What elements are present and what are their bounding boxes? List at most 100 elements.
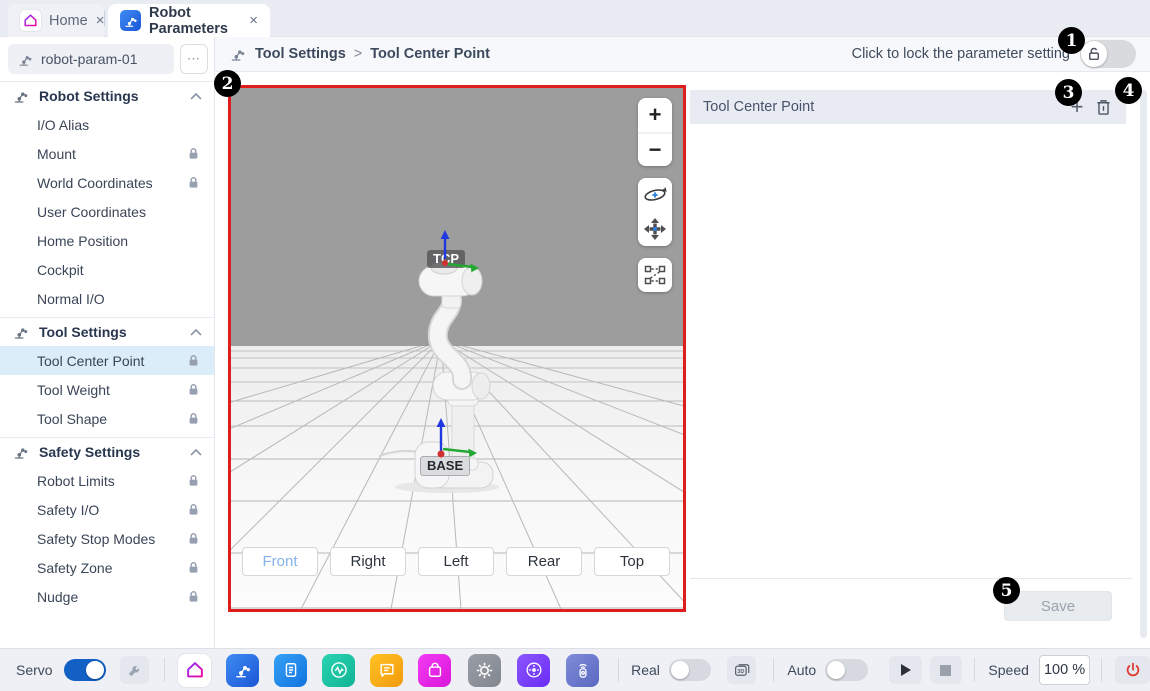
orbit-rotate-button[interactable] (638, 178, 672, 212)
footer-divider (974, 658, 975, 682)
toggle-knob (827, 661, 845, 679)
power-icon (1124, 661, 1142, 679)
lock-icon (187, 412, 200, 425)
play-button[interactable] (889, 656, 922, 684)
tab-home-label: Home (49, 13, 88, 29)
camera-controls (638, 178, 672, 246)
servo-label: Servo (16, 662, 53, 678)
sidebar-item-tool-shape[interactable]: Tool Shape (0, 404, 214, 433)
section-tool-settings: Tool Settings Tool Center Point Tool Wei… (0, 317, 214, 437)
panel-footer-divider (690, 578, 1132, 579)
more-options-button[interactable]: ⋯ (180, 44, 208, 74)
zoom-in-button[interactable]: + (638, 98, 672, 132)
viewport-3d[interactable]: TCP BASE + (228, 85, 686, 612)
sidebar-item-user-coordinates[interactable]: User Coordinates (0, 197, 214, 226)
3d-icon: 3D (733, 661, 751, 679)
3d-view-button[interactable]: 3D (727, 656, 756, 684)
parameter-name-field[interactable]: robot-param-01 (8, 44, 174, 74)
dock-jog-icon[interactable] (517, 654, 550, 687)
sidebar-item-mount[interactable]: Mount (0, 139, 214, 168)
robot-icon (12, 87, 30, 105)
stop-icon (940, 665, 951, 676)
unlock-icon (1081, 41, 1107, 67)
dock-monitoring-icon[interactable] (322, 654, 355, 687)
sidebar-item-world-coordinates[interactable]: World Coordinates (0, 168, 214, 197)
footer-divider (164, 658, 165, 682)
stop-button[interactable] (930, 656, 963, 684)
dock-home-icon[interactable] (178, 654, 211, 687)
sidebar-item-safety-stop-modes[interactable]: Safety Stop Modes (0, 524, 214, 553)
wrench-icon (126, 662, 143, 679)
auto-mode-toggle[interactable] (825, 659, 868, 681)
view-front-button[interactable]: Front (242, 547, 318, 576)
status-bar: Servo (0, 648, 1150, 691)
sidebar-item-robot-limits[interactable]: Robot Limits (0, 466, 214, 495)
section-header-tool-settings[interactable]: Tool Settings (0, 318, 214, 346)
parameter-lock-control: Click to lock the parameter setting (852, 40, 1150, 68)
chevron-up-icon (190, 448, 202, 456)
power-button[interactable] (1115, 656, 1150, 684)
servo-toggle[interactable] (64, 659, 107, 681)
sidebar-item-safety-io[interactable]: Safety I/O (0, 495, 214, 524)
view-rear-button[interactable]: Rear (506, 547, 582, 576)
section-safety-settings: Safety Settings Robot Limits Safety I/O … (0, 437, 214, 615)
sidebar-item-tool-weight[interactable]: Tool Weight (0, 375, 214, 404)
real-mode-toggle[interactable] (669, 659, 712, 681)
robot-icon (12, 443, 30, 461)
speed-value-field[interactable]: 100 % (1039, 655, 1090, 685)
tab-robot-parameters-close-icon[interactable]: × (249, 13, 258, 28)
save-button[interactable]: Save (1004, 591, 1112, 621)
measure-distance-button[interactable] (638, 258, 672, 292)
delete-tcp-button[interactable] (1090, 94, 1116, 120)
annotation-badge-3: 3 (1055, 79, 1082, 106)
play-icon (901, 664, 911, 676)
lock-icon (187, 590, 200, 603)
view-top-button[interactable]: Top (594, 547, 670, 576)
section-header-robot-settings[interactable]: Robot Settings (0, 82, 214, 110)
svg-text:3D: 3D (737, 669, 744, 675)
sidebar: robot-param-01 ⋯ Robot Settings I/O Alia… (0, 37, 215, 648)
robot-parameters-app-icon (120, 10, 141, 31)
sidebar-item-home-position[interactable]: Home Position (0, 226, 214, 255)
dock-program-icon[interactable] (274, 654, 307, 687)
breadcrumb: Tool Settings > Tool Center Point (215, 45, 490, 63)
sidebar-item-normal-io[interactable]: Normal I/O (0, 284, 214, 313)
tool-setup-button[interactable] (120, 656, 149, 684)
view-preset-buttons: Front Right Left Rear Top (242, 547, 670, 576)
section-robot-settings: Robot Settings I/O Alias Mount World Coo… (0, 81, 214, 317)
dock-robot-parameters-icon[interactable] (226, 654, 259, 687)
speed-label: Speed (988, 662, 1028, 678)
lock-icon (187, 147, 200, 160)
tab-robot-parameters[interactable]: Robot Parameters × (108, 4, 270, 37)
sidebar-item-tool-center-point[interactable]: Tool Center Point (0, 346, 214, 375)
parameter-lock-toggle[interactable] (1080, 40, 1136, 68)
robot-icon (17, 51, 34, 68)
orbit-icon (642, 182, 668, 208)
breadcrumb-parent[interactable]: Tool Settings (255, 46, 346, 62)
dock-log-icon[interactable] (370, 654, 403, 687)
sidebar-item-nudge[interactable]: Nudge (0, 582, 214, 611)
dock-store-icon[interactable] (418, 654, 451, 687)
zoom-out-button[interactable]: − (638, 132, 672, 166)
footer-divider (1101, 658, 1102, 682)
viewport-canvas[interactable]: TCP BASE + (231, 88, 683, 609)
breadcrumb-separator: > (354, 46, 362, 62)
lock-icon (187, 383, 200, 396)
view-right-button[interactable]: Right (330, 547, 406, 576)
tab-home[interactable]: Home × (8, 4, 104, 37)
robot-app-window: Home × Robot Parameters × robot-param-01… (0, 0, 1150, 691)
sidebar-header: robot-param-01 ⋯ (0, 37, 214, 81)
view-left-button[interactable]: Left (418, 547, 494, 576)
panel-scrollbar[interactable] (1140, 90, 1147, 638)
section-header-safety-settings[interactable]: Safety Settings (0, 438, 214, 466)
lock-icon (187, 561, 200, 574)
breadcrumb-current: Tool Center Point (370, 46, 490, 62)
toggle-knob (671, 661, 689, 679)
pan-button[interactable] (638, 212, 672, 246)
real-mode-label: Real (631, 662, 660, 678)
dock-pendant-icon[interactable] (566, 654, 599, 687)
dock-settings-icon[interactable] (468, 654, 501, 687)
sidebar-item-safety-zone[interactable]: Safety Zone (0, 553, 214, 582)
sidebar-item-io-alias[interactable]: I/O Alias (0, 110, 214, 139)
sidebar-item-cockpit[interactable]: Cockpit (0, 255, 214, 284)
